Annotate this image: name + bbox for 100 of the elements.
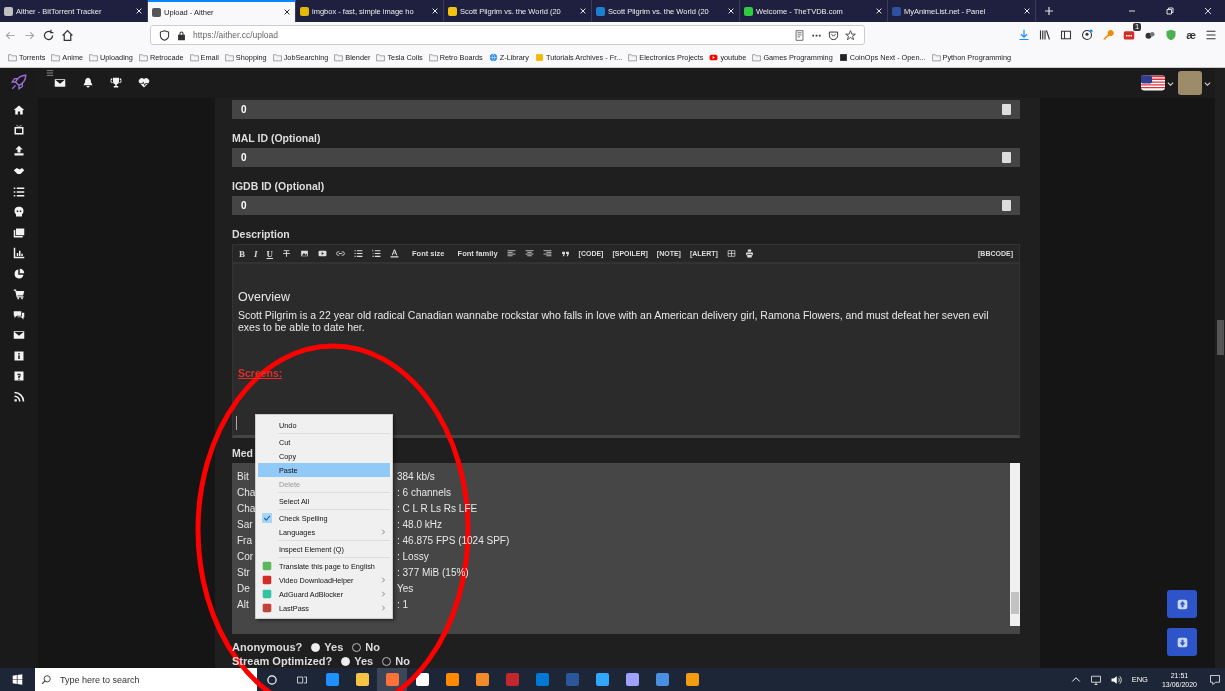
table-icon[interactable] [726, 249, 736, 258]
bar-chart-icon[interactable] [13, 247, 25, 259]
radio-option[interactable]: No [382, 655, 410, 667]
caret-icon[interactable] [1204, 79, 1211, 87]
folder-icon [428, 53, 438, 62]
radio-option[interactable]: No [352, 641, 380, 653]
shield-icon[interactable] [1165, 29, 1178, 41]
windows-start-icon[interactable] [12, 674, 23, 685]
radio-button[interactable] [352, 642, 362, 652]
menu-icon[interactable] [1205, 29, 1217, 41]
caret-icon[interactable] [1167, 79, 1174, 87]
mediainfo-key: Fra [237, 534, 255, 546]
scroll-top-button[interactable] [1167, 590, 1197, 618]
folder-icon [189, 53, 199, 62]
home-icon[interactable] [13, 103, 25, 116]
scroll-bottom-button[interactable] [1167, 628, 1197, 656]
text-editor[interactable] [232, 263, 1020, 438]
reload-icon[interactable] [42, 28, 55, 42]
numbered-list-icon[interactable] [372, 249, 382, 258]
volume-icon[interactable] [1109, 673, 1122, 686]
format-button[interactable]: U [266, 248, 274, 259]
tv-icon[interactable] [13, 124, 25, 136]
format-button[interactable]: I [254, 248, 258, 259]
mediainfo-key: Alt [237, 598, 255, 610]
checkmark-icon [262, 513, 272, 523]
favicon-icon [744, 6, 753, 16]
address-bar[interactable]: https://aither.cc/upload [150, 25, 865, 45]
rss-icon[interactable] [13, 390, 25, 403]
radio-option[interactable]: Yes [341, 655, 374, 667]
extension-icon[interactable] [1144, 29, 1157, 41]
envelope-icon[interactable] [54, 77, 66, 89]
reader-view-icon[interactable] [794, 29, 805, 41]
list-icon[interactable] [13, 185, 25, 198]
menu-icon[interactable] [46, 69, 54, 77]
video-icon[interactable] [318, 249, 328, 258]
strikethrough-icon[interactable] [282, 249, 292, 258]
extension-button[interactable]: æ [1186, 29, 1196, 41]
favicon-icon [892, 6, 901, 16]
upload-icon[interactable] [13, 144, 25, 157]
number-field[interactable]: 0 [232, 196, 1020, 215]
image-icon[interactable] [300, 249, 310, 258]
align-right-icon[interactable] [542, 249, 552, 258]
rocket-logo-icon[interactable] [10, 73, 28, 91]
field-label: MAL ID (Optional) [232, 131, 321, 145]
align-center-icon[interactable] [524, 249, 534, 258]
envelope-icon[interactable] [13, 329, 25, 341]
align-left-icon[interactable] [506, 249, 516, 258]
account-icon[interactable] [1081, 29, 1094, 41]
radio-button[interactable] [382, 656, 392, 666]
download-icon[interactable] [1018, 29, 1031, 41]
home-icon[interactable] [61, 28, 74, 42]
link-icon[interactable] [336, 249, 346, 258]
format-button[interactable]: B [239, 248, 245, 259]
search-icon [41, 674, 52, 685]
plus-icon[interactable] [1044, 6, 1054, 16]
library-icon[interactable] [1039, 29, 1052, 41]
star-icon[interactable] [845, 29, 856, 41]
quote-icon[interactable] [560, 249, 570, 258]
bell-icon[interactable] [82, 77, 94, 89]
radio-option[interactable]: Yes [311, 641, 344, 653]
trophy-icon[interactable] [110, 77, 122, 89]
help-icon[interactable] [13, 370, 25, 382]
close-icon[interactable] [283, 8, 291, 16]
info-icon[interactable] [13, 349, 25, 362]
site-icon [534, 53, 544, 62]
search-field[interactable]: Type here to search [35, 668, 257, 691]
flag-icon[interactable] [1141, 75, 1165, 91]
mediainfo-value: : 1 [397, 598, 409, 610]
mediainfo-value: Yes [397, 582, 414, 594]
number-field[interactable]: 0 [232, 148, 1020, 167]
cart-icon[interactable] [13, 288, 25, 300]
mediainfo-key: Cha [237, 486, 255, 498]
scrollbar[interactable] [1010, 463, 1020, 626]
field-label: IGDB ID (Optional) [232, 179, 325, 193]
field-label: Med [232, 446, 253, 460]
play-icon [709, 53, 719, 62]
comments-icon[interactable] [13, 308, 25, 321]
cortana-icon[interactable] [266, 673, 278, 686]
mediainfo-key: De [237, 582, 255, 594]
favicon-icon [152, 7, 161, 17]
sidebar-icon[interactable] [1060, 29, 1073, 41]
print-icon[interactable] [744, 249, 754, 258]
bullet-list-icon[interactable] [354, 249, 364, 258]
number-field[interactable]: 0 [232, 100, 1020, 119]
folder-icon [51, 53, 61, 62]
text-color-icon[interactable] [390, 249, 400, 258]
restore-icon[interactable] [1165, 6, 1175, 16]
images-icon[interactable] [13, 226, 25, 239]
task-view-icon[interactable] [296, 673, 308, 686]
mediainfo-key: Cor [237, 550, 255, 562]
site-icon [838, 53, 848, 62]
skull-icon[interactable] [13, 206, 25, 218]
network-icon[interactable] [1089, 673, 1102, 686]
notifications-icon[interactable] [1209, 673, 1221, 686]
password-manager-icon[interactable] [1123, 29, 1136, 41]
pocket-icon[interactable] [828, 29, 839, 41]
mediainfo-value: 384 kb/s [397, 470, 435, 482]
heartbeat-icon[interactable] [138, 77, 150, 89]
pie-chart-icon[interactable] [13, 267, 25, 280]
heading: Overview [238, 290, 292, 304]
